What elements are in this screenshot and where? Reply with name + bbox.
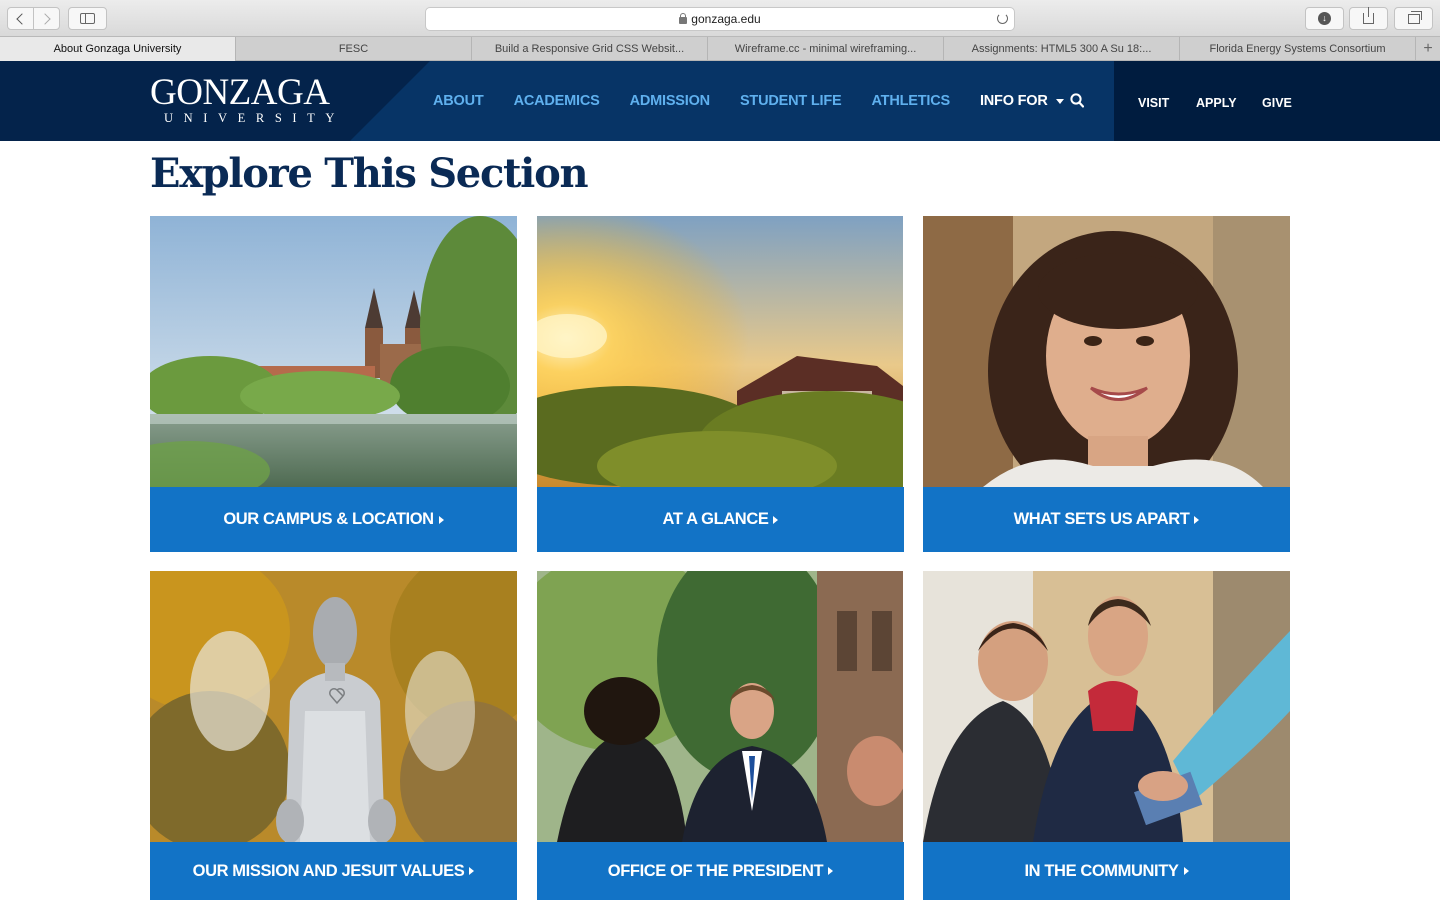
statue-photo — [150, 571, 517, 842]
section-title: Explore This Section — [150, 150, 589, 197]
info-for-label: INFO FOR — [979, 93, 1048, 109]
card-at-a-glance[interactable]: AT A GLANCE — [537, 216, 904, 552]
card-label: WHAT SETS US APART — [923, 487, 1290, 552]
caret-right-icon — [469, 867, 475, 875]
student-photo — [923, 216, 1290, 487]
site-header: GONZAGA UNIVERSITY ABOUT ACADEMICS ADMIS… — [0, 61, 1440, 141]
card-label-text: OUR MISSION AND JESUIT VALUES — [192, 861, 465, 880]
tab-overview-icon — [1407, 10, 1422, 24]
sidebar-toggle-button[interactable] — [68, 7, 107, 30]
caret-right-icon — [1183, 867, 1189, 875]
history-buttons — [7, 7, 60, 30]
card-label-text: OFFICE OF THE PRESIDENT — [607, 861, 824, 880]
card-label-text: OUR CAMPUS & LOCATION — [223, 510, 434, 528]
card-label-text: WHAT SETS US APART — [1013, 510, 1190, 528]
visit-link[interactable]: VISIT — [1138, 96, 1169, 110]
browser-toolbar: gonzaga.edu ↓ — [0, 0, 1440, 37]
caret-down-icon — [1055, 98, 1064, 104]
tab-florida-energy[interactable]: Florida Energy Systems Consortium — [1180, 37, 1416, 61]
tab-wireframe[interactable]: Wireframe.cc - minimal wireframing... — [708, 37, 944, 61]
tab-bar: About Gonzaga University FESC Build a Re… — [0, 37, 1440, 61]
card-mission-jesuit-values[interactable]: OUR MISSION AND JESUIT VALUES — [150, 571, 517, 900]
sidebar-icon — [80, 13, 95, 24]
campus-photo — [150, 216, 517, 487]
tab-overview-button[interactable] — [1394, 7, 1433, 30]
utility-nav: VISIT APPLY GIVE — [1114, 61, 1440, 141]
card-in-the-community[interactable]: IN THE COMMUNITY — [923, 571, 1290, 900]
give-link[interactable]: GIVE — [1262, 96, 1292, 110]
lock-icon — [679, 12, 688, 24]
chevron-right-icon — [39, 12, 51, 25]
nav-student-life[interactable]: STUDENT LIFE — [740, 93, 842, 109]
caret-right-icon — [773, 515, 779, 524]
card-office-of-the-president[interactable]: OFFICE OF THE PRESIDENT — [537, 571, 904, 900]
caret-right-icon — [1194, 515, 1200, 524]
tab-fesc[interactable]: FESC — [236, 37, 472, 61]
nav-info-for[interactable]: INFO FOR — [980, 93, 1064, 109]
downloads-button[interactable]: ↓ — [1305, 7, 1344, 30]
nav-admission[interactable]: ADMISSION — [630, 93, 711, 109]
chevron-left-icon — [16, 12, 28, 25]
card-label-text: IN THE COMMUNITY — [1024, 861, 1179, 880]
card-label-text: AT A GLANCE — [662, 510, 769, 528]
card-what-sets-us-apart[interactable]: WHAT SETS US APART — [923, 216, 1290, 552]
apply-link[interactable]: APPLY — [1196, 96, 1237, 110]
address-bar[interactable]: gonzaga.edu — [425, 7, 1015, 31]
forward-button[interactable] — [34, 8, 59, 29]
tab-assignments[interactable]: Assignments: HTML5 300 A Su 18:... — [944, 37, 1180, 61]
logo-wordmark: GONZAGA — [150, 72, 330, 113]
nav-about[interactable]: ABOUT — [433, 93, 484, 109]
new-tab-button[interactable]: + — [1416, 37, 1440, 61]
reload-icon[interactable] — [997, 13, 1008, 24]
back-button[interactable] — [8, 8, 34, 29]
nav-athletics[interactable]: ATHLETICS — [871, 93, 950, 109]
tab-about-gonzaga[interactable]: About Gonzaga University — [0, 37, 236, 61]
card-label: OUR MISSION AND JESUIT VALUES — [150, 842, 517, 900]
caret-right-icon — [438, 515, 444, 524]
card-campus-location[interactable]: OUR CAMPUS & LOCATION — [150, 216, 517, 552]
card-label: IN THE COMMUNITY — [923, 842, 1290, 900]
download-icon: ↓ — [1318, 12, 1331, 25]
url-text: gonzaga.edu — [691, 12, 761, 26]
search-icon[interactable] — [1070, 93, 1084, 109]
caret-right-icon — [828, 867, 834, 875]
logo-subtitle: UNIVERSITY — [164, 111, 345, 125]
president-photo — [537, 571, 904, 842]
share-icon — [1363, 7, 1374, 24]
main-nav: ABOUT ACADEMICS ADMISSION STUDENT LIFE A… — [433, 61, 1094, 141]
card-label: OUR CAMPUS & LOCATION — [150, 487, 517, 552]
card-label: AT A GLANCE — [537, 487, 904, 552]
gonzaga-logo[interactable]: GONZAGA UNIVERSITY — [150, 72, 350, 127]
nav-academics[interactable]: ACADEMICS — [514, 93, 600, 109]
sunset-photo — [537, 216, 904, 487]
card-label: OFFICE OF THE PRESIDENT — [537, 842, 904, 900]
community-photo — [923, 571, 1290, 842]
share-button[interactable] — [1349, 7, 1388, 30]
tab-responsive-grid[interactable]: Build a Responsive Grid CSS Websit... — [472, 37, 708, 61]
